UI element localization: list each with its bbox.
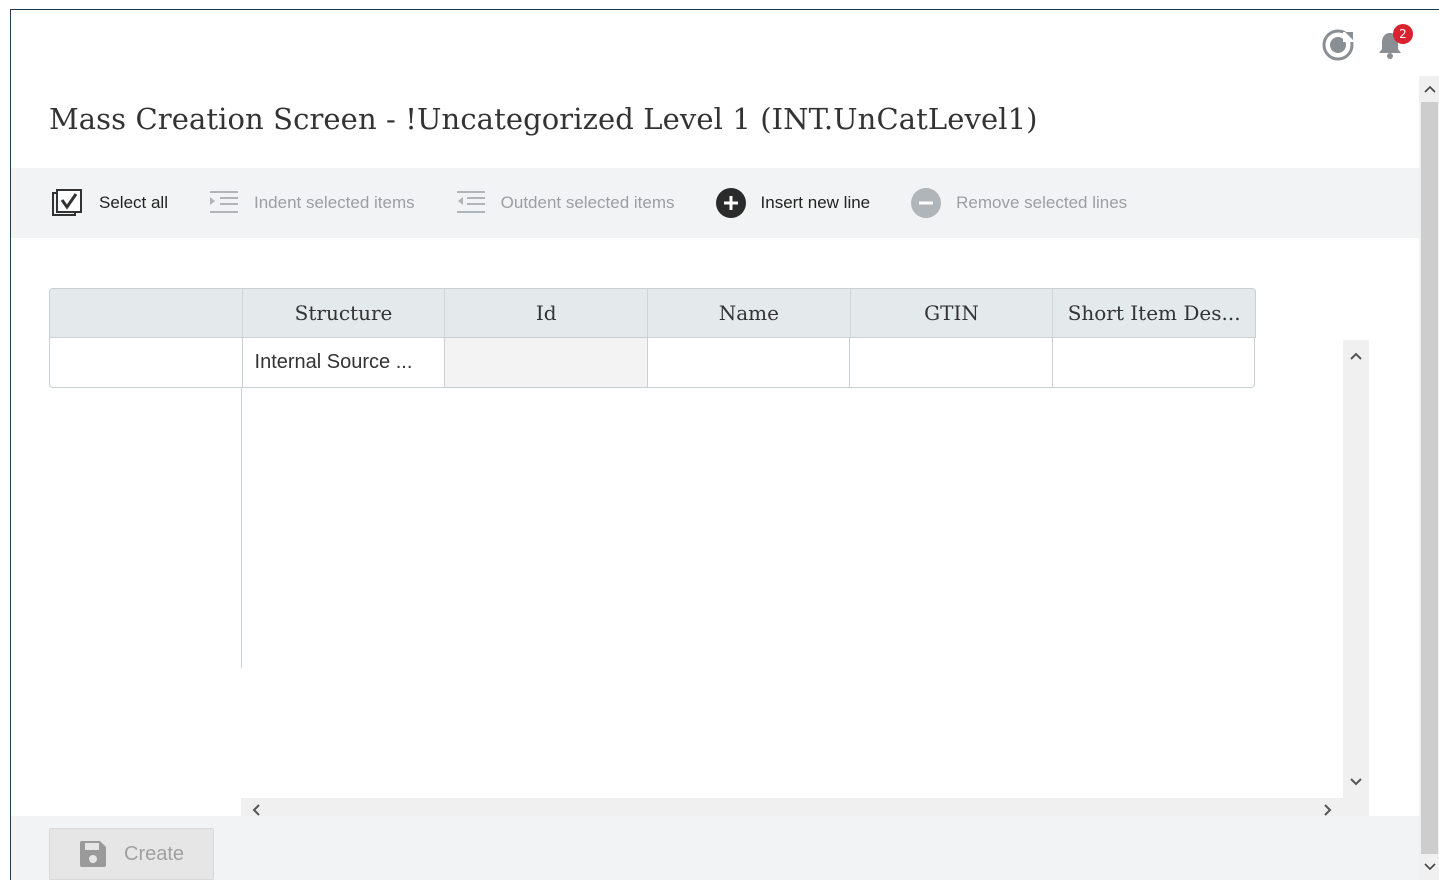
chevron-up-icon [1423,80,1436,98]
history-icon [1321,28,1355,67]
outdent-button[interactable]: Outdent selected items [455,189,675,217]
remove-lines-label: Remove selected lines [956,193,1128,212]
cell-id [444,338,647,387]
column-header-short-description[interactable]: Short Item Des... [1052,289,1255,337]
grid-vertical-scrollbar[interactable] [1343,340,1369,826]
insert-line-button[interactable]: Insert new line [715,187,871,219]
cell-gtin[interactable] [849,338,1052,387]
cell-name[interactable] [646,338,850,387]
notification-badge: 2 [1393,24,1413,44]
scroll-down-button[interactable] [1343,770,1369,796]
cell-structure[interactable]: Internal Source ... [241,338,445,387]
indent-button[interactable]: Indent selected items [208,189,415,217]
page-scroll-thumb[interactable] [1421,102,1438,854]
select-all-button[interactable]: Select all [51,188,168,218]
frozen-column-divider [241,388,242,668]
create-label: Create [124,842,185,865]
remove-lines-button[interactable]: Remove selected lines [910,187,1127,219]
table-row[interactable]: Internal Source ... [49,338,1255,388]
page-scroll-down-button[interactable] [1419,856,1439,878]
select-all-label: Select all [99,193,168,212]
footer-bar: Create [11,816,1419,880]
data-grid: Structure Id Name GTIN Short Item Des...… [49,288,1369,826]
page-title: Mass Creation Screen - !Uncategorized Le… [49,102,1038,136]
checkbox-icon [51,188,85,218]
scroll-up-button[interactable] [1343,344,1369,370]
save-icon [78,839,108,869]
column-header-name[interactable]: Name [647,289,850,337]
minus-circle-icon [910,187,942,219]
chevron-down-icon [1349,774,1363,792]
insert-line-label: Insert new line [760,193,871,212]
column-header-structure[interactable]: Structure [241,289,445,337]
column-header-id[interactable]: Id [444,289,647,337]
create-button[interactable]: Create [49,828,214,880]
header-actions: 2 [1321,24,1413,67]
history-button[interactable] [1321,28,1355,67]
outdent-icon [455,189,487,217]
chevron-down-icon [1423,858,1436,876]
column-header-gtin[interactable]: GTIN [849,289,1053,337]
cell-short-description[interactable] [1051,338,1255,387]
indent-label: Indent selected items [253,193,415,212]
outdent-label: Outdent selected items [500,193,675,212]
row-selector-cell[interactable] [50,338,242,387]
grid-header: Structure Id Name GTIN Short Item Des... [49,288,1256,338]
header-selector-cell [50,289,242,337]
toolbar: Select all Indent selected items Outdent… [11,168,1419,238]
notifications-button[interactable]: 2 [1373,24,1413,64]
indent-icon [208,189,240,217]
plus-circle-icon [715,187,747,219]
page-scroll-up-button[interactable] [1419,78,1439,100]
page-vertical-scrollbar[interactable] [1419,76,1439,880]
app-window: 2 Mass Creation Screen - !Uncategorized … [10,9,1439,880]
chevron-up-icon [1349,348,1363,366]
